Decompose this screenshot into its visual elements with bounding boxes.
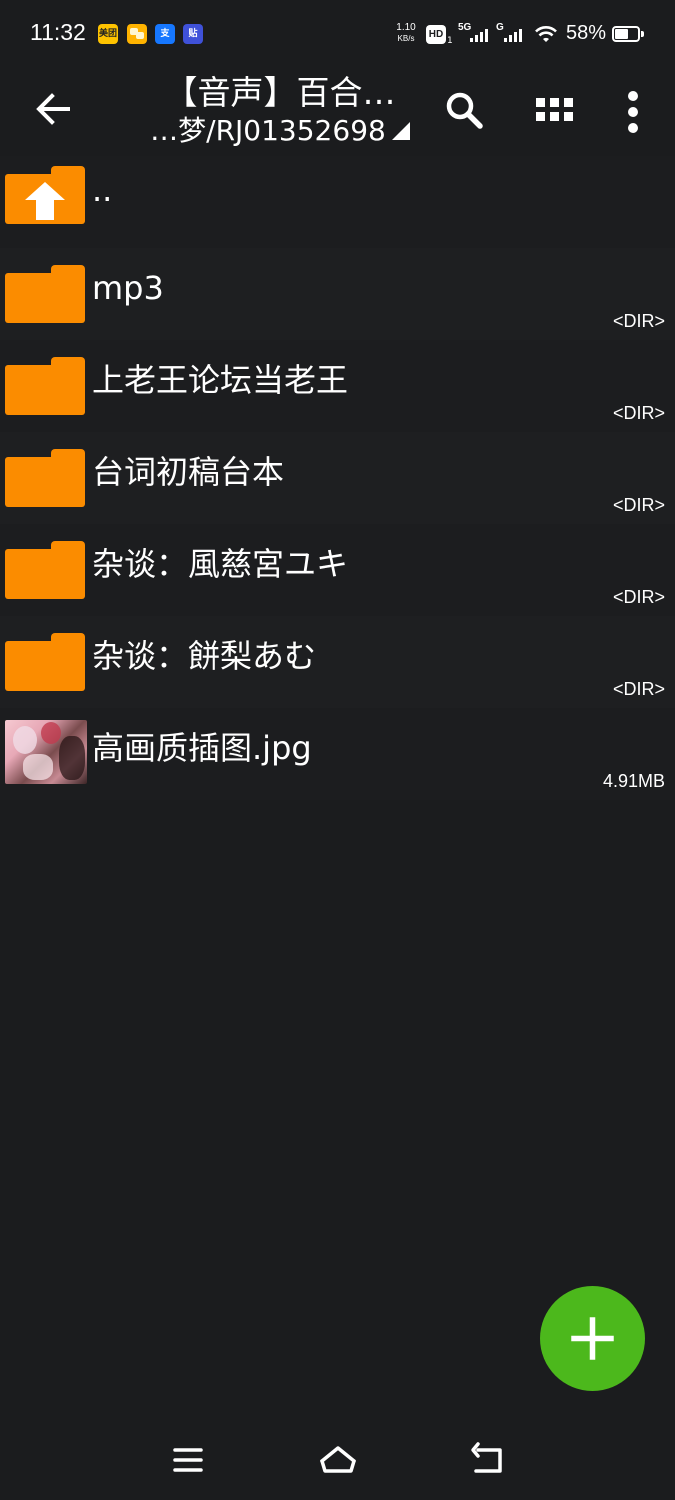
network-speed-unit: KB/s xyxy=(397,34,415,43)
status-time: 11:32 xyxy=(30,19,86,45)
battery-icon xyxy=(612,26,644,42)
file-list: .. mp3 <DIR> 上老王论坛当老王 <DIR> 台词初稿台本 <DIR>… xyxy=(0,156,675,800)
recent-apps-button[interactable] xyxy=(166,1438,210,1482)
folder-icon xyxy=(5,633,87,693)
path-text: …梦/RJ01352698 xyxy=(150,114,386,147)
battery-percent: 58% xyxy=(566,22,607,44)
file-meta: <DIR> xyxy=(612,403,665,423)
list-item-parent-directory[interactable]: .. xyxy=(0,156,675,248)
file-meta: <DIR> xyxy=(612,495,665,515)
network-speed: 1.10 KB/s xyxy=(392,22,420,44)
folder-icon xyxy=(5,265,87,325)
chat-app-icon xyxy=(127,24,147,44)
folder-icon xyxy=(5,357,87,417)
toolbar: 【音声】百合… …梦/RJ01352698 xyxy=(0,68,675,156)
more-vertical-icon xyxy=(628,91,638,133)
list-item[interactable]: mp3 <DIR> xyxy=(0,248,675,340)
navigation-bar xyxy=(0,1420,675,1500)
back-nav-button[interactable] xyxy=(466,1438,510,1482)
sim1-indicator: 1 xyxy=(447,36,453,46)
parent-folder-icon xyxy=(5,166,87,226)
tieba-icon: 贴 xyxy=(183,24,203,44)
file-name: 高画质插图.jpg xyxy=(92,729,312,767)
file-name: mp3 xyxy=(92,269,164,307)
file-name: 杂谈：餅梨あむ xyxy=(92,637,317,675)
back-button[interactable] xyxy=(28,84,78,134)
file-name: 台词初稿台本 xyxy=(92,453,285,491)
grid-icon xyxy=(536,98,573,121)
status-bar: 11:32 美团 支 贴 1.10 KB/s HD 1 5G G 58% xyxy=(0,0,675,68)
file-meta: <DIR> xyxy=(612,587,665,607)
file-name: .. xyxy=(92,171,113,209)
folder-title[interactable]: 【音声】百合… …梦/RJ01352698 xyxy=(140,72,420,148)
home-button[interactable] xyxy=(316,1438,360,1482)
add-button[interactable] xyxy=(540,1286,645,1391)
meituan-icon: 美团 xyxy=(98,24,118,44)
folder-icon xyxy=(5,541,87,601)
hd-voice-icon: HD xyxy=(426,25,446,44)
more-options-button[interactable] xyxy=(603,80,663,140)
alipay-icon: 支 xyxy=(155,24,175,44)
battery-fill xyxy=(615,29,628,39)
plus-icon xyxy=(571,1317,614,1360)
dropdown-triangle-icon xyxy=(391,122,410,140)
view-mode-button[interactable] xyxy=(525,80,585,140)
file-meta: <DIR> xyxy=(612,679,665,699)
image-thumbnail xyxy=(5,720,87,784)
network-speed-value: 1.10 xyxy=(396,22,416,33)
page-title: 【音声】百合… xyxy=(164,73,396,112)
wifi-icon xyxy=(535,26,557,42)
file-meta: 4.91MB xyxy=(602,771,665,791)
search-button[interactable] xyxy=(434,80,494,140)
path-breadcrumb[interactable]: …梦/RJ01352698 xyxy=(140,114,420,148)
list-item[interactable]: 高画质插图.jpg 4.91MB xyxy=(0,708,675,800)
file-name: 上老王论坛当老王 xyxy=(92,361,349,399)
file-name: 杂谈：風慈宮ユキ xyxy=(92,545,349,583)
return-icon xyxy=(471,1442,502,1473)
list-item[interactable]: 杂谈：風慈宮ユキ <DIR> xyxy=(0,524,675,616)
menu-icon xyxy=(173,1448,203,1472)
list-item[interactable]: 上老王论坛当老王 <DIR> xyxy=(0,340,675,432)
home-icon xyxy=(320,1446,356,1473)
list-item[interactable]: 台词初稿台本 <DIR> xyxy=(0,432,675,524)
search-icon xyxy=(446,92,483,129)
file-meta: <DIR> xyxy=(612,311,665,331)
folder-icon xyxy=(5,449,87,509)
list-item[interactable]: 杂谈：餅梨あむ <DIR> xyxy=(0,616,675,708)
arrow-left-icon xyxy=(36,93,70,125)
